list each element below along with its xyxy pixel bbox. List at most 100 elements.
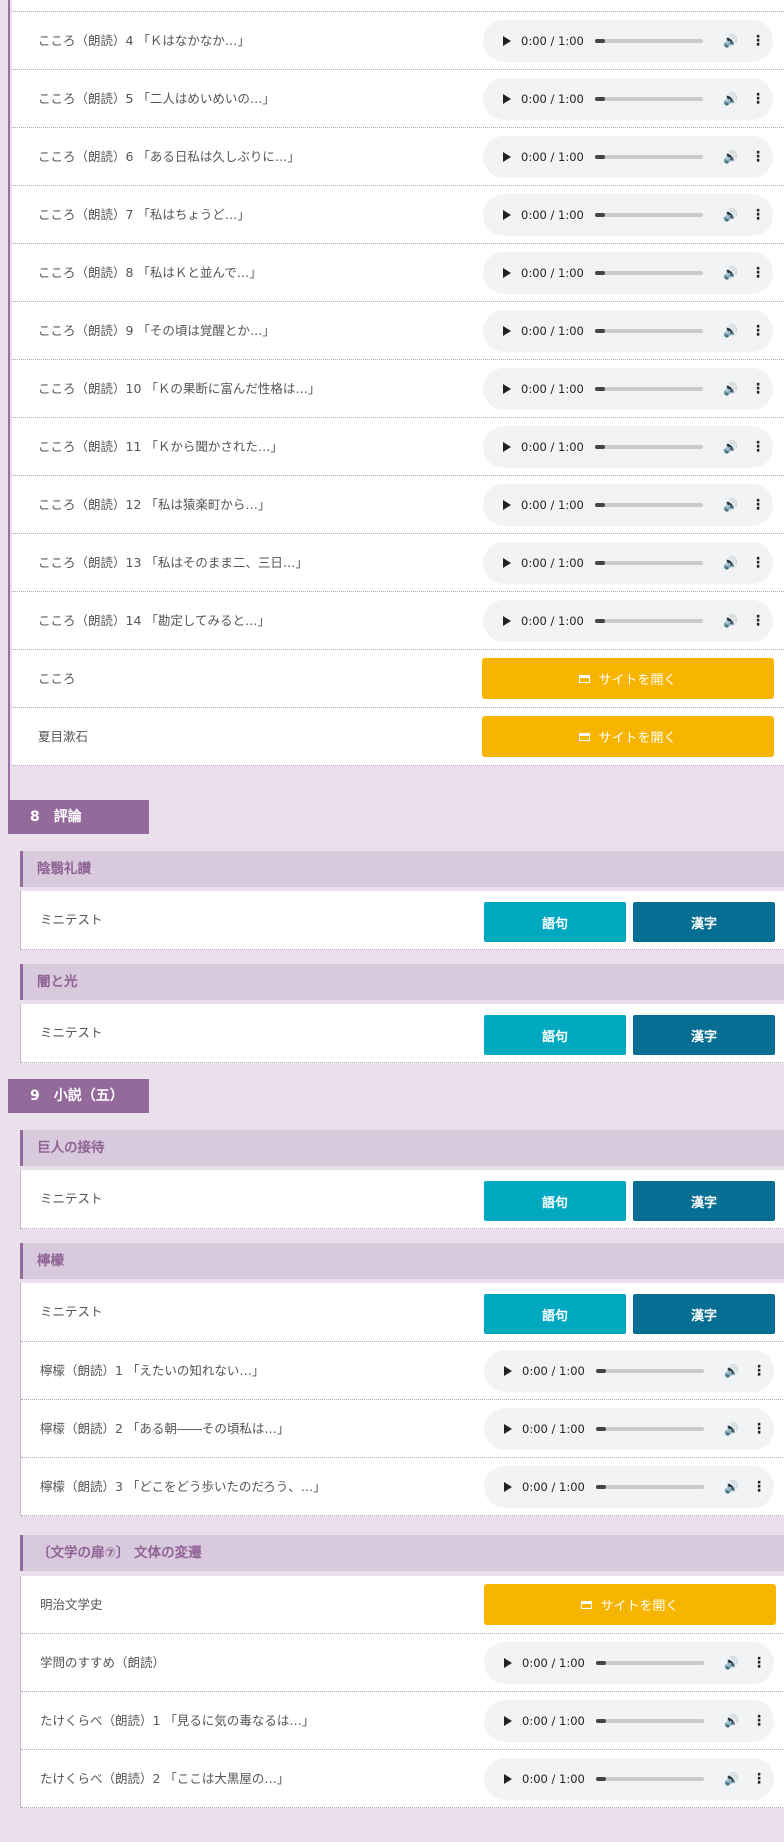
window-icon	[579, 674, 591, 683]
audio-player[interactable]: 0:00 / 1:00 🔊 ⋮	[483, 252, 773, 294]
open-site-button[interactable]: サイトを開く	[484, 1584, 776, 1625]
volume-icon[interactable]: 🔊	[724, 1772, 740, 1786]
more-options-icon[interactable]: ⋮	[751, 555, 765, 571]
play-icon[interactable]	[503, 500, 511, 510]
play-icon[interactable]	[503, 210, 511, 220]
more-options-icon[interactable]: ⋮	[752, 1771, 766, 1787]
list-item: こころ（朗読）4 「Ｋはなかなか…」 0:00 / 1:00 🔊 ⋮	[12, 12, 784, 70]
play-icon[interactable]	[503, 616, 511, 626]
audio-player[interactable]: 0:00 / 1:00 🔊 ⋮	[484, 1350, 774, 1392]
audio-seek-bar[interactable]	[595, 97, 703, 101]
kanji-test-button[interactable]: 漢字	[633, 1181, 775, 1221]
volume-icon[interactable]: 🔊	[723, 208, 739, 222]
kanji-test-button[interactable]: 漢字	[633, 1294, 775, 1334]
volume-icon[interactable]: 🔊	[723, 324, 739, 338]
play-icon[interactable]	[504, 1658, 512, 1668]
audio-player[interactable]: 0:00 / 1:00 🔊 ⋮	[483, 310, 773, 352]
audio-seek-bar[interactable]	[596, 1427, 704, 1431]
audio-player[interactable]: 0:00 / 1:00 🔊 ⋮	[484, 1642, 774, 1684]
volume-icon[interactable]: 🔊	[724, 1714, 740, 1728]
more-options-icon[interactable]: ⋮	[751, 91, 765, 107]
more-options-icon[interactable]: ⋮	[751, 149, 765, 165]
more-options-icon[interactable]: ⋮	[751, 381, 765, 397]
more-options-icon[interactable]: ⋮	[751, 613, 765, 629]
kanji-test-button[interactable]: 漢字	[633, 902, 775, 942]
play-icon[interactable]	[504, 1424, 512, 1434]
volume-icon[interactable]: 🔊	[724, 1656, 740, 1670]
play-icon[interactable]	[504, 1716, 512, 1726]
goku-test-button[interactable]: 語句	[484, 1294, 626, 1334]
audio-seek-bar[interactable]	[596, 1777, 704, 1781]
volume-icon[interactable]: 🔊	[723, 92, 739, 106]
audio-seek-bar[interactable]	[595, 619, 703, 623]
audio-seek-bar[interactable]	[596, 1369, 704, 1373]
volume-icon[interactable]: 🔊	[723, 498, 739, 512]
more-options-icon[interactable]: ⋮	[751, 439, 765, 455]
volume-icon[interactable]: 🔊	[724, 1480, 740, 1494]
audio-seek-bar[interactable]	[595, 155, 703, 159]
volume-icon[interactable]: 🔊	[723, 266, 739, 280]
play-icon[interactable]	[503, 36, 511, 46]
audio-player[interactable]: 0:00 / 1:00 🔊 ⋮	[483, 542, 773, 584]
audio-seek-bar[interactable]	[595, 387, 703, 391]
item-label: こころ（朗読）6 「ある日私は久しぶりに…」	[38, 149, 300, 164]
play-icon[interactable]	[503, 152, 511, 162]
audio-player[interactable]: 0:00 / 1:00 🔊 ⋮	[483, 78, 773, 120]
more-options-icon[interactable]: ⋮	[751, 265, 765, 281]
play-icon[interactable]	[503, 268, 511, 278]
play-icon[interactable]	[503, 94, 511, 104]
more-options-icon[interactable]: ⋮	[752, 1421, 766, 1437]
audio-seek-bar[interactable]	[595, 271, 703, 275]
audio-player[interactable]: 0:00 / 1:00 🔊 ⋮	[483, 136, 773, 178]
more-options-icon[interactable]: ⋮	[752, 1655, 766, 1671]
audio-player[interactable]: 0:00 / 1:00 🔊 ⋮	[484, 1466, 774, 1508]
more-options-icon[interactable]: ⋮	[751, 33, 765, 49]
audio-seek-bar[interactable]	[595, 329, 703, 333]
seek-fill	[595, 39, 605, 43]
audio-player[interactable]: 0:00 / 1:00 🔊 ⋮	[484, 1700, 774, 1742]
audio-player[interactable]: 0:00 / 1:00 🔊 ⋮	[483, 484, 773, 526]
audio-player[interactable]: 0:00 / 1:00 🔊 ⋮	[483, 20, 773, 62]
volume-icon[interactable]: 🔊	[723, 150, 739, 164]
audio-seek-bar[interactable]	[595, 39, 703, 43]
more-options-icon[interactable]: ⋮	[752, 1363, 766, 1379]
audio-seek-bar[interactable]	[595, 213, 703, 217]
more-options-icon[interactable]: ⋮	[752, 1713, 766, 1729]
volume-icon[interactable]: 🔊	[723, 556, 739, 570]
play-icon[interactable]	[504, 1774, 512, 1784]
goku-test-button[interactable]: 語句	[484, 902, 626, 942]
audio-player[interactable]: 0:00 / 1:00 🔊 ⋮	[483, 426, 773, 468]
play-icon[interactable]	[503, 384, 511, 394]
audio-seek-bar[interactable]	[596, 1719, 704, 1723]
play-icon[interactable]	[504, 1482, 512, 1492]
volume-icon[interactable]: 🔊	[723, 440, 739, 454]
more-options-icon[interactable]: ⋮	[752, 1479, 766, 1495]
audio-player[interactable]: 0:00 / 1:00 🔊 ⋮	[483, 194, 773, 236]
volume-icon[interactable]: 🔊	[723, 34, 739, 48]
volume-icon[interactable]: 🔊	[724, 1422, 740, 1436]
audio-seek-bar[interactable]	[596, 1661, 704, 1665]
more-options-icon[interactable]: ⋮	[751, 497, 765, 513]
more-options-icon[interactable]: ⋮	[751, 207, 765, 223]
more-options-icon[interactable]: ⋮	[751, 323, 765, 339]
audio-seek-bar[interactable]	[595, 445, 703, 449]
audio-player[interactable]: 0:00 / 1:00 🔊 ⋮	[483, 600, 773, 642]
audio-player[interactable]: 0:00 / 1:00 🔊 ⋮	[484, 1758, 774, 1800]
volume-icon[interactable]: 🔊	[723, 382, 739, 396]
kanji-test-button[interactable]: 漢字	[633, 1015, 775, 1055]
audio-seek-bar[interactable]	[596, 1485, 704, 1489]
audio-player[interactable]: 0:00 / 1:00 🔊 ⋮	[484, 1408, 774, 1450]
goku-test-button[interactable]: 語句	[484, 1181, 626, 1221]
audio-player[interactable]: 0:00 / 1:00 🔊 ⋮	[483, 368, 773, 410]
volume-icon[interactable]: 🔊	[723, 614, 739, 628]
audio-seek-bar[interactable]	[595, 503, 703, 507]
open-site-button[interactable]: サイトを開く	[482, 716, 774, 757]
goku-test-button[interactable]: 語句	[484, 1015, 626, 1055]
audio-seek-bar[interactable]	[595, 561, 703, 565]
play-icon[interactable]	[504, 1366, 512, 1376]
play-icon[interactable]	[503, 558, 511, 568]
play-icon[interactable]	[503, 442, 511, 452]
open-site-button[interactable]: サイトを開く	[482, 658, 774, 699]
play-icon[interactable]	[503, 326, 511, 336]
volume-icon[interactable]: 🔊	[724, 1364, 740, 1378]
